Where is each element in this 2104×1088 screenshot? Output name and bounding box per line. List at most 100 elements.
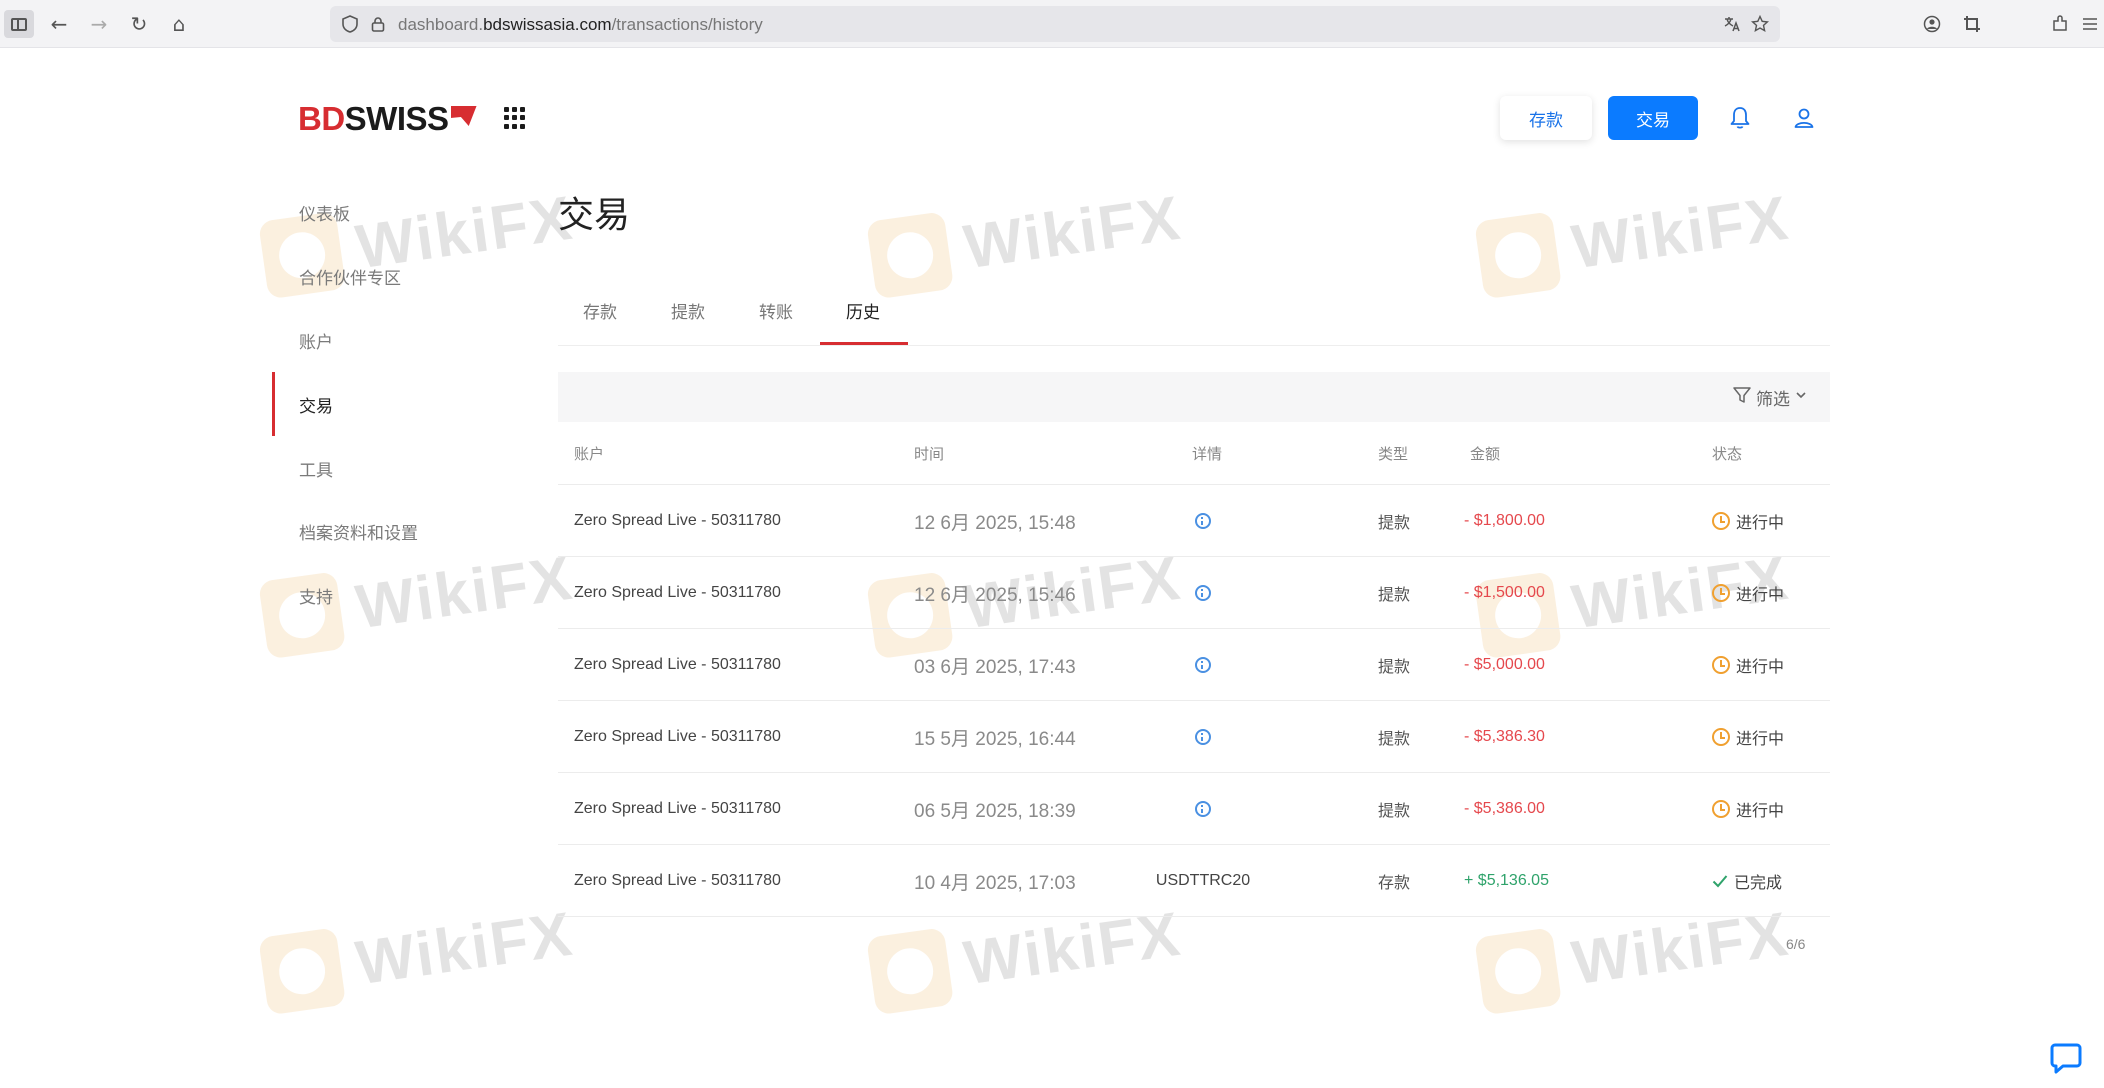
cell-detail[interactable] <box>1158 557 1248 629</box>
table-row[interactable]: Zero Spread Live - 50311780 03 6月 2025, … <box>558 629 1830 701</box>
table-row[interactable]: Zero Spread Live - 50311780 10 4月 2025, … <box>558 845 1830 917</box>
shield-icon <box>338 12 362 36</box>
cell-type: 存款 <box>1378 875 1411 892</box>
column-header-type: 类型 <box>1378 446 1409 463</box>
column-header-status: 状态 <box>1712 446 1743 463</box>
info-icon[interactable] <box>1195 801 1211 817</box>
sidebar-item-transactions[interactable]: 交易 <box>299 392 333 417</box>
cell-detail[interactable] <box>1158 773 1248 845</box>
cell-status: 进行中 <box>1712 485 1784 557</box>
url-domain: bdswissasia.com <box>483 15 612 34</box>
cell-type: 提款 <box>1378 659 1411 676</box>
watermark: WikiFX <box>258 895 578 1016</box>
back-button[interactable]: ← <box>44 10 74 38</box>
arrow-left-icon: ← <box>50 12 68 36</box>
tab-withdraw[interactable]: 提款 <box>671 298 705 323</box>
watermark-text: WikiFX <box>351 543 578 642</box>
table-row[interactable]: Zero Spread Live - 50311780 12 6月 2025, … <box>558 557 1830 629</box>
info-icon[interactable] <box>1195 729 1211 745</box>
cell-account: Zero Spread Live - 50311780 <box>574 728 781 745</box>
cell-type: 提款 <box>1378 587 1411 604</box>
cell-amount: - $5,386.30 <box>1464 728 1545 745</box>
url-prefix: dashboard. <box>398 15 484 34</box>
status-text: 已完成 <box>1734 875 1783 892</box>
url-path: /transactions/history <box>611 15 763 34</box>
cell-status: 进行中 <box>1712 701 1784 773</box>
logo-flag-icon <box>450 106 477 126</box>
status-text: 进行中 <box>1736 587 1785 604</box>
watermark-text: WikiFX <box>1567 183 1794 282</box>
cell-status: 进行中 <box>1712 557 1784 629</box>
status-text: 进行中 <box>1736 803 1785 820</box>
watermark-logo-icon <box>1474 927 1563 1016</box>
table-row[interactable]: Zero Spread Live - 50311780 15 5月 2025, … <box>558 701 1830 773</box>
cell-type: 提款 <box>1378 731 1411 748</box>
watermark: WikiFX <box>866 179 1186 300</box>
sidebar-item-support[interactable]: 支持 <box>299 583 333 608</box>
user-profile-icon[interactable] <box>1790 104 1818 132</box>
cell-amount: + $5,136.05 <box>1464 872 1549 889</box>
crop-icon[interactable] <box>1958 10 1986 38</box>
cell-amount: - $1,800.00 <box>1464 512 1545 529</box>
table-row[interactable]: Zero Spread Live - 50311780 12 6月 2025, … <box>558 485 1830 557</box>
menu-icon[interactable] <box>2078 10 2102 38</box>
trade-button[interactable]: 交易 <box>1608 96 1698 140</box>
sidebar-item-dashboard[interactable]: 仪表板 <box>299 200 350 225</box>
bdswiss-logo[interactable]: BDSWISS <box>298 100 477 138</box>
cell-time: 12 6月 2025, 15:48 <box>914 512 1076 534</box>
reload-button[interactable]: ↻ <box>124 10 154 38</box>
sidebar-item-profile-settings[interactable]: 档案资料和设置 <box>299 519 418 544</box>
cell-account: Zero Spread Live - 50311780 <box>574 872 781 889</box>
address-bar[interactable]: dashboard.bdswissasia.com/transactions/h… <box>330 6 1780 42</box>
filter-button[interactable]: 筛选 <box>1732 384 1808 410</box>
sidebar-item-partner-zone[interactable]: 合作伙伴专区 <box>299 264 401 289</box>
check-icon <box>1712 873 1728 889</box>
tab-history[interactable]: 历史 <box>846 298 880 323</box>
deposit-button[interactable]: 存款 <box>1500 96 1592 140</box>
logo-text-red: BD <box>298 100 345 137</box>
bookmark-star-icon[interactable] <box>1748 12 1772 36</box>
extensions-icon[interactable] <box>2046 10 2074 38</box>
account-circle-icon[interactable] <box>1918 10 1946 38</box>
sidebar-active-indicator <box>272 372 275 436</box>
translate-icon[interactable] <box>1720 12 1744 36</box>
bell-icon[interactable] <box>1726 104 1754 132</box>
table-row[interactable]: Zero Spread Live - 50311780 06 5月 2025, … <box>558 773 1830 845</box>
cell-detail[interactable] <box>1158 701 1248 773</box>
cell-account: Zero Spread Live - 50311780 <box>574 656 781 673</box>
tab-deposit[interactable]: 存款 <box>583 298 617 323</box>
cell-time: 06 5月 2025, 18:39 <box>914 800 1076 822</box>
forward-button[interactable]: → <box>84 10 114 38</box>
status-text: 进行中 <box>1736 659 1785 676</box>
info-icon[interactable] <box>1195 513 1211 529</box>
filter-funnel-icon <box>1732 385 1752 410</box>
watermark-logo-icon <box>1474 211 1563 300</box>
tab-active-indicator <box>820 342 908 345</box>
sidebar-toggle-button[interactable] <box>4 10 34 38</box>
cell-amount: - $5,000.00 <box>1464 656 1545 673</box>
tab-transfer[interactable]: 转账 <box>759 298 793 323</box>
clock-icon <box>1712 512 1730 530</box>
browser-toolbar: ← → ↻ ⌂ dashboard.bdswissasia.com/transa… <box>0 0 2104 48</box>
cell-status: 进行中 <box>1712 773 1784 845</box>
watermark-logo-icon <box>258 927 347 1016</box>
apps-grid-icon[interactable] <box>504 107 526 129</box>
column-header-account: 账户 <box>574 446 605 463</box>
cell-account: Zero Spread Live - 50311780 <box>574 512 781 529</box>
cell-detail[interactable] <box>1158 485 1248 557</box>
home-icon: ⌂ <box>172 12 186 36</box>
url-text: dashboard.bdswissasia.com/transactions/h… <box>398 15 763 35</box>
info-icon[interactable] <box>1195 657 1211 673</box>
reload-icon: ↻ <box>130 12 148 36</box>
filter-bar <box>558 372 1830 422</box>
cell-type: 提款 <box>1378 515 1411 532</box>
info-icon[interactable] <box>1195 585 1211 601</box>
sidebar-item-accounts[interactable]: 账户 <box>299 328 333 353</box>
cell-detail[interactable] <box>1158 629 1248 701</box>
clock-icon <box>1712 800 1730 818</box>
clock-icon <box>1712 656 1730 674</box>
page-title: 交易 <box>558 194 631 235</box>
sidebar-item-tools[interactable]: 工具 <box>299 456 333 481</box>
chat-support-icon[interactable] <box>2044 1036 2088 1080</box>
home-button[interactable]: ⌂ <box>164 10 194 38</box>
